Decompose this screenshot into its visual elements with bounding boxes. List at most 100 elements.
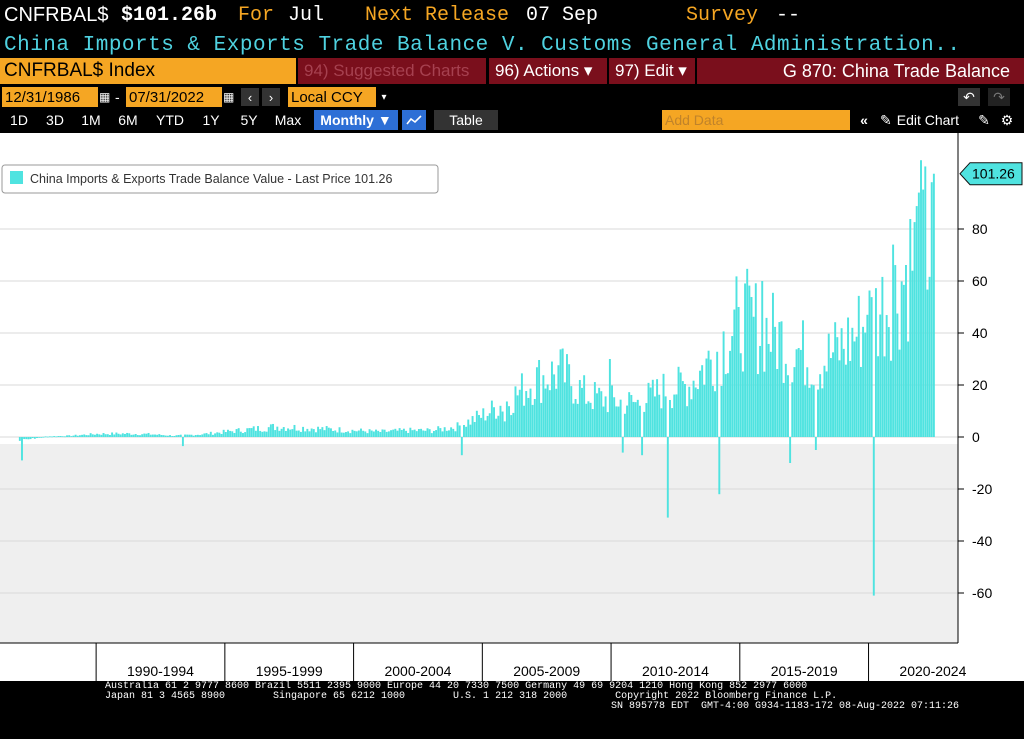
bar <box>924 166 926 437</box>
bar <box>710 360 712 437</box>
bar <box>467 420 469 437</box>
timeframe-5y[interactable]: 5Y <box>234 110 264 130</box>
collapse-icon[interactable]: « <box>856 110 872 130</box>
bar <box>577 404 579 437</box>
next-period-icon[interactable]: › <box>262 88 280 106</box>
bar <box>435 430 437 437</box>
bar <box>800 350 802 437</box>
bar <box>253 426 255 437</box>
edit-button[interactable]: 97) Edit ▾ <box>609 58 695 84</box>
bar <box>60 436 62 437</box>
bar <box>272 424 274 437</box>
bar <box>369 429 371 437</box>
bar <box>156 435 158 437</box>
bar <box>879 315 881 437</box>
bar <box>433 431 435 437</box>
frequency-select[interactable]: Monthly ▼ <box>314 110 398 130</box>
edit-icon[interactable]: ✎ <box>976 110 992 130</box>
suggested-charts-button[interactable]: 94) Suggested Charts <box>298 58 486 84</box>
bar <box>877 356 879 437</box>
bar <box>152 435 154 437</box>
bar <box>169 435 171 437</box>
timeframe-max[interactable]: Max <box>268 110 308 130</box>
bar <box>613 397 615 437</box>
date-separator: - <box>115 87 125 107</box>
bar <box>55 436 57 437</box>
end-calendar-icon[interactable]: ▦ <box>223 87 237 107</box>
redo-icon[interactable]: ↷ <box>988 88 1010 106</box>
bar <box>195 435 197 437</box>
bar <box>356 431 358 437</box>
bar <box>497 416 499 437</box>
previous-period-icon[interactable]: ‹ <box>241 88 259 106</box>
bar <box>815 437 817 450</box>
bar <box>88 435 90 437</box>
currency-select[interactable]: Local CCY <box>288 87 376 107</box>
bar <box>302 427 304 437</box>
bar <box>684 384 686 437</box>
security-field[interactable]: CNFRBAL$ Index <box>0 58 296 84</box>
start-calendar-icon[interactable]: ▦ <box>99 87 113 107</box>
actions-button[interactable]: 96) Actions ▾ <box>489 58 607 84</box>
edit-chart-button[interactable]: ✎ Edit Chart <box>880 110 970 130</box>
bar <box>210 432 212 437</box>
bar <box>384 430 386 437</box>
bar <box>229 431 231 437</box>
bar <box>394 429 396 437</box>
bar <box>294 425 296 437</box>
bar <box>862 327 864 437</box>
bar <box>718 437 720 494</box>
bar <box>894 265 896 437</box>
bar <box>336 432 338 437</box>
timeframe-1d[interactable]: 1D <box>4 110 34 130</box>
bar <box>819 374 821 437</box>
bar <box>716 352 718 437</box>
line-chart-icon[interactable] <box>402 110 426 130</box>
bar <box>572 404 574 437</box>
end-date-field[interactable]: 07/31/2022 <box>126 87 222 107</box>
bar <box>892 245 894 437</box>
bar <box>399 428 401 437</box>
add-data-input[interactable]: Add Data <box>662 110 850 130</box>
bar <box>113 434 115 437</box>
bar <box>551 362 553 437</box>
bar <box>611 385 613 437</box>
bar <box>62 436 64 437</box>
start-date-field[interactable]: 12/31/1986 <box>2 87 98 107</box>
gear-icon[interactable]: ⚙ <box>998 110 1016 130</box>
bar <box>808 388 810 437</box>
bar <box>678 367 680 437</box>
bar <box>452 429 454 437</box>
bar <box>178 435 180 437</box>
bar <box>843 349 845 437</box>
next-release-date: 07 Sep <box>526 4 598 27</box>
timeframe-6m[interactable]: 6M <box>112 110 144 130</box>
bar <box>366 433 368 437</box>
bar <box>665 396 667 437</box>
bar <box>510 415 512 437</box>
timeframe-1y[interactable]: 1Y <box>196 110 226 130</box>
table-button[interactable]: Table <box>434 110 498 130</box>
bar <box>19 437 21 441</box>
bar <box>375 430 377 437</box>
bar <box>47 437 49 438</box>
bar <box>266 432 268 437</box>
bar <box>223 430 225 437</box>
timeframe-ytd[interactable]: YTD <box>150 110 190 130</box>
bar <box>251 428 253 437</box>
currency-dropdown-icon[interactable]: ▾ <box>377 87 391 107</box>
timeframe-1m[interactable]: 1M <box>76 110 106 130</box>
bar <box>158 434 160 437</box>
timeframe-3d[interactable]: 3D <box>40 110 70 130</box>
undo-icon[interactable]: ↶ <box>958 88 980 106</box>
bar <box>278 431 280 437</box>
timeframe-bar: 1D 3D 1M 6M YTD 1Y 5YMax Monthly ▼ Table Add D… <box>0 108 1024 132</box>
bar <box>744 283 746 437</box>
bar <box>431 433 433 437</box>
bar <box>377 431 379 437</box>
bar <box>851 328 853 437</box>
bar <box>27 437 29 439</box>
bar <box>66 435 68 437</box>
bar <box>53 436 55 437</box>
bar <box>920 160 922 437</box>
